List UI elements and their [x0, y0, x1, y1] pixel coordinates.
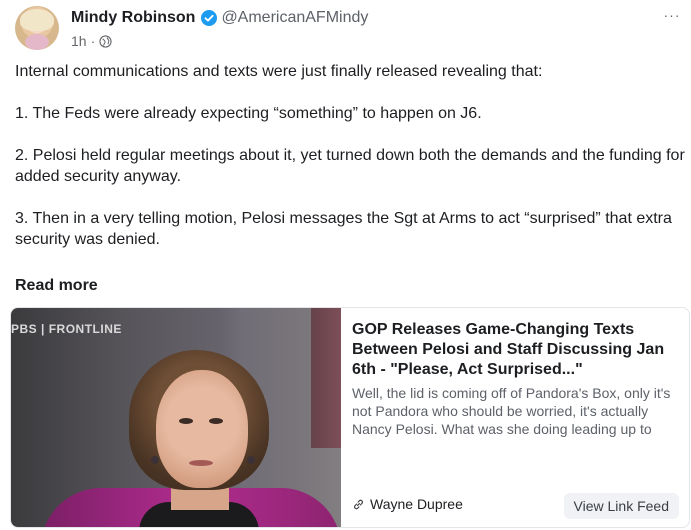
thumbnail-mouth	[189, 460, 213, 466]
link-preview-card[interactable]: PBS | FRONTLINE GOP Releases Game-Changi…	[10, 307, 690, 528]
thumbnail-eye-left	[179, 418, 193, 424]
post-paragraph-point2: 2. Pelosi held regular meetings about it…	[15, 147, 685, 185]
link-card-body: GOP Releases Game-Changing Texts Between…	[352, 320, 682, 520]
view-link-feed-button[interactable]: View Link Feed	[563, 493, 679, 519]
link-card-title[interactable]: GOP Releases Game-Changing Texts Between…	[352, 320, 672, 380]
author-handle[interactable]: @AmericanAFMindy	[221, 9, 368, 27]
post-paragraph-intro: Internal communications and texts were j…	[15, 63, 543, 80]
globe-icon	[99, 34, 112, 48]
link-thumbnail[interactable]: PBS | FRONTLINE	[11, 308, 341, 527]
post-paragraph-point1: 1. The Feds were already expecting “some…	[15, 105, 482, 122]
link-icon	[352, 498, 365, 511]
more-options-icon[interactable]: ···	[661, 6, 683, 24]
thumbnail-face	[156, 370, 248, 488]
read-more-link[interactable]: Read more	[15, 277, 98, 295]
author-avatar[interactable]	[15, 6, 59, 50]
meta-separator: ·	[90, 33, 96, 49]
thumbnail-earring-right	[247, 456, 255, 464]
post-paragraph-point3: 3. Then in a very telling motion, Pelosi…	[15, 210, 672, 248]
thumbnail-eye-right	[209, 418, 223, 424]
thumbnail-broadcaster-badge: PBS | FRONTLINE	[11, 322, 122, 336]
post-header: Mindy Robinson @AmericanAFMindy 1h · ···	[15, 6, 685, 50]
link-card-description: Well, the lid is coming off of Pandora's…	[352, 385, 671, 437]
link-card-source-name: Wayne Dupree	[370, 496, 463, 512]
author-row: Mindy Robinson @AmericanAFMindy	[71, 8, 368, 28]
thumbnail-earring-left	[151, 456, 159, 464]
link-card-source[interactable]: Wayne Dupree	[352, 496, 463, 512]
post-time[interactable]: 1h	[71, 33, 87, 49]
thumbnail-flag	[311, 308, 341, 448]
verified-badge-icon	[201, 10, 218, 26]
post-body: Internal communications and texts were j…	[15, 61, 685, 271]
post-meta: 1h ·	[71, 33, 112, 49]
author-name[interactable]: Mindy Robinson	[71, 9, 195, 27]
